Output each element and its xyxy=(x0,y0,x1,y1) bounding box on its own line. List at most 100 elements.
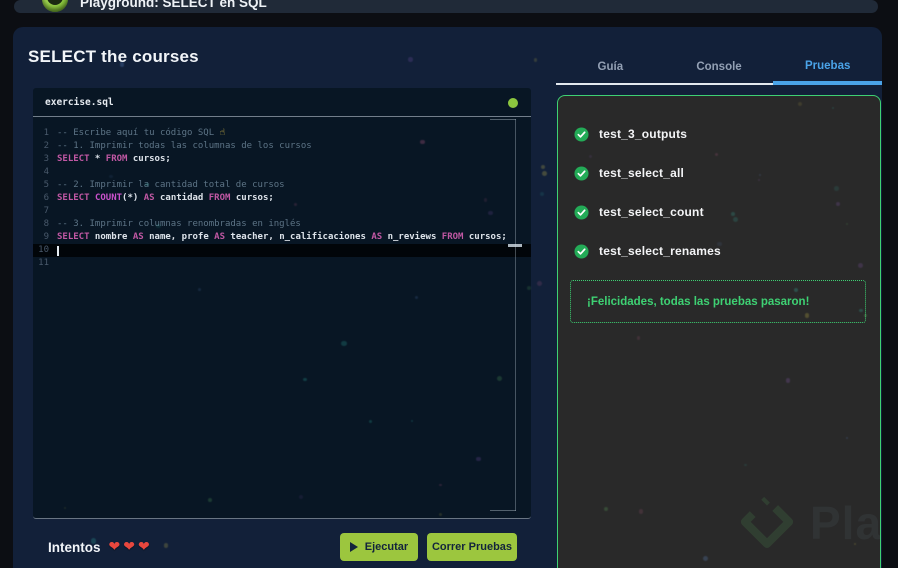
code-segment: cursos; xyxy=(127,154,171,164)
check-circle-icon xyxy=(574,204,589,220)
right-tab-bar: Guía Console Pruebas xyxy=(556,50,882,85)
line-number: 11 xyxy=(38,258,49,268)
playground-page: Playground: SELECT en SQL SELECT the cou… xyxy=(0,0,898,568)
code-line[interactable]: 10 xyxy=(33,244,531,257)
confetti-dot xyxy=(540,191,545,196)
attempts-label: Intentos xyxy=(48,539,101,555)
confetti-dot xyxy=(541,171,547,177)
line-number: 10 xyxy=(38,245,49,255)
code-segment: name, profe xyxy=(143,232,215,242)
code-segment: SELECT xyxy=(57,193,90,203)
tab-pruebas-label: Pruebas xyxy=(804,59,851,72)
success-message: ¡Felicidades, todas las pruebas pasaron! xyxy=(587,295,810,308)
line-number: 2 xyxy=(43,141,49,151)
code-segment: -- 3. Imprimir columnas renombradas en i… xyxy=(57,219,301,229)
confetti-dot xyxy=(533,58,538,62)
code-segment: AS xyxy=(371,232,383,242)
code-segment: (*) xyxy=(122,193,144,203)
code-segment: ☝ xyxy=(219,128,225,138)
attempts-hearts: ❤ ❤ ❤ xyxy=(109,538,153,556)
tab-console-label: Console xyxy=(696,60,742,73)
run-button[interactable]: Ejecutar xyxy=(340,533,418,561)
play-icon xyxy=(349,542,358,552)
heart-icon: ❤ xyxy=(108,538,121,554)
code-segment: AS xyxy=(143,193,155,203)
heart-icon: ❤ xyxy=(137,538,150,554)
check-circle-icon xyxy=(574,243,589,259)
check-circle-icon xyxy=(574,165,589,181)
code-line[interactable]: 2 -- 1. Imprimir todas las columnas de lo… xyxy=(33,140,531,153)
editor-scrollbar-top-tick xyxy=(490,119,516,120)
confetti-dot xyxy=(536,281,542,287)
test-list: test_3_outputs test_select_all test_select… xyxy=(558,96,880,259)
editor-file-tab[interactable]: exercise.sql xyxy=(45,97,114,108)
platzi-playground-logo-icon xyxy=(42,0,68,12)
code-segment: COUNT xyxy=(94,193,123,203)
test-name: test_select_count xyxy=(599,205,704,219)
line-number: 6 xyxy=(43,193,49,203)
code-line[interactable]: 9 SELECT nombre AS name, profe AS teacher… xyxy=(33,231,531,244)
test-result-row: test_3_outputs xyxy=(574,126,864,142)
code-line[interactable]: 8 -- 3. Imprimir columnas renombradas en … xyxy=(33,218,531,231)
editor-active-line-mark xyxy=(508,244,522,247)
test-name: test_select_renames xyxy=(599,244,721,258)
platzi-watermark-text: Platzi xyxy=(810,497,881,549)
code-line[interactable]: 1 -- Escribe aquí tu código SQL ☝ xyxy=(33,127,531,140)
confetti-dot xyxy=(163,542,169,548)
test-result-row: test_select_all xyxy=(574,165,864,181)
attempts-row: Intentos ❤ ❤ ❤ xyxy=(48,538,153,556)
code-segment: teacher, n_calificaciones xyxy=(225,232,372,242)
top-bar: Playground: SELECT en SQL xyxy=(14,0,878,13)
code-line[interactable]: 7 xyxy=(33,205,531,218)
code-segment: n_reviews xyxy=(382,232,442,242)
code-line[interactable]: 3 SELECT * FROM cursos; xyxy=(33,153,531,166)
editor-scrollbar[interactable] xyxy=(515,119,516,511)
tab-guia-label: Guía xyxy=(597,60,624,73)
code-segment: -- 1. Imprimir todas las columnas de los… xyxy=(57,141,312,151)
run-tests-button[interactable]: Correr Pruebas xyxy=(427,533,517,561)
editor-status-dot-icon xyxy=(508,98,518,108)
line-number: 4 xyxy=(43,167,49,177)
code-line[interactable]: 6 SELECT COUNT (*) AS cantidad FROM cursos… xyxy=(33,192,531,205)
tab-guia[interactable]: Guía xyxy=(556,50,665,85)
editor-scrollbar-bottom-tick xyxy=(490,510,516,511)
tests-panel: test_3_outputs test_select_all test_select… xyxy=(557,95,881,568)
code-segment: SELECT xyxy=(57,232,90,242)
tab-console[interactable]: Console xyxy=(664,50,774,85)
code-segment: FROM xyxy=(441,232,464,242)
test-result-row: test_select_count xyxy=(574,204,864,220)
success-message-box: ¡Felicidades, todas las pruebas pasaron! xyxy=(570,280,866,323)
run-tests-button-label: Correr Pruebas xyxy=(431,541,513,553)
code-line[interactable]: 5 -- 2. Imprimir la cantidad total de cur… xyxy=(33,179,531,192)
code-segment: AS xyxy=(132,232,144,242)
heart-icon: ❤ xyxy=(123,538,135,554)
code-segment: * xyxy=(89,154,106,164)
code-segment: cantidad xyxy=(154,193,209,203)
code-segment: cursos; xyxy=(463,232,507,242)
test-result-row: test_select_renames xyxy=(574,243,864,259)
code-area[interactable]: 1 -- Escribe aquí tu código SQL ☝ 2 -- 1. I… xyxy=(33,117,531,517)
confetti-dot xyxy=(408,57,413,62)
code-editor: exercise.sql 1 -- Escribe aquí tu código … xyxy=(33,88,531,519)
main-panel: SELECT the courses exercise.sql 1 -- Escr… xyxy=(13,27,882,568)
line-number: 8 xyxy=(43,219,49,229)
test-name: test_select_all xyxy=(599,166,685,180)
code-segment: AS xyxy=(214,232,226,242)
code-segment: FROM xyxy=(105,154,128,164)
text-cursor xyxy=(57,245,59,256)
page-title: Playground: SELECT en SQL xyxy=(80,0,267,10)
code-segment: -- Escribe aquí tu código SQL xyxy=(57,128,220,138)
code-segment: FROM xyxy=(208,193,231,203)
tab-pruebas[interactable]: Pruebas xyxy=(773,50,882,85)
code-line[interactable]: 4 xyxy=(33,166,531,179)
code-segment: nombre xyxy=(89,232,133,242)
platzi-logo-icon xyxy=(740,495,794,548)
line-number: 9 xyxy=(43,232,49,242)
code-line[interactable]: 11 xyxy=(33,257,531,270)
check-circle-icon xyxy=(574,126,589,142)
editor-header: exercise.sql xyxy=(33,88,531,117)
line-number: 3 xyxy=(43,154,49,164)
code-segment: -- 2. Imprimir la cantidad total de curs… xyxy=(57,180,285,190)
confetti-dot xyxy=(540,164,546,170)
test-name: test_3_outputs xyxy=(599,127,688,141)
